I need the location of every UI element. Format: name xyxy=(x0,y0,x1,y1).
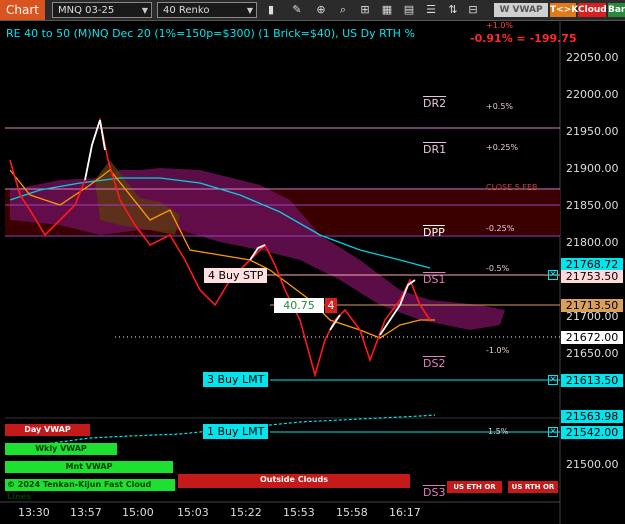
day-vwap-label: Day VWAP xyxy=(5,424,90,436)
price-tick: 21800.00 xyxy=(566,236,619,249)
time-tick: 13:30 xyxy=(18,506,50,519)
chart-trader-icon[interactable]: ⊟ xyxy=(466,3,480,17)
price-tick: 21500.00 xyxy=(566,458,619,471)
chart-tab[interactable]: Chart xyxy=(0,0,45,20)
price-tick: 21650.00 xyxy=(566,347,619,360)
properties-icon[interactable]: ▤ xyxy=(402,3,416,17)
position-qty-badge[interactable]: 4 xyxy=(325,298,337,313)
mnt-vwap-label: Mnt VWAP xyxy=(5,461,173,473)
bar-button[interactable]: Bar xyxy=(608,3,625,17)
level-dr1-pct: +0.25% xyxy=(486,143,519,152)
price-box-limit1: 21542.00 xyxy=(561,426,623,439)
buy-limit-1-label[interactable]: 1 Buy LMT xyxy=(203,424,269,439)
chart-toolbar: Chart MNQ 03-25 ▼ 40 Renko ▼ ▮ ✎ ⊕ ⌕ ⊞ ▦… xyxy=(0,0,625,21)
instrument-dropdown-icon[interactable]: ▼ xyxy=(142,3,148,19)
level-close-label: CLOSE 5 FEB xyxy=(486,183,538,192)
header-pct: +1.0% xyxy=(486,21,514,30)
price-box-position: 21713.50 xyxy=(561,299,623,312)
us-rth-or-label: US RTH OR xyxy=(508,481,558,493)
level-dpp-pct: -0.25% xyxy=(486,224,515,233)
outside-clouds-label: Outside Clouds xyxy=(178,474,410,488)
time-tick: 15:03 xyxy=(177,506,209,519)
cloud-button[interactable]: Cloud xyxy=(578,3,607,17)
bar-type-select[interactable]: 40 Renko ▼ xyxy=(157,2,257,18)
bar-type-value: 40 Renko xyxy=(163,5,210,16)
position-price-label[interactable]: 40.75 xyxy=(274,298,324,313)
time-tick: 16:17 xyxy=(389,506,421,519)
price-tick: 22000.00 xyxy=(566,88,619,101)
header-pnl: -0.91% = -199.75 xyxy=(470,32,577,45)
price-box-limit3: 21613.50 xyxy=(561,374,623,387)
buy-limit-3-label[interactable]: 3 Buy LMT xyxy=(203,372,269,387)
level-ds2-pct: -1.0% xyxy=(486,346,510,355)
w-vwap-button[interactable]: W VWAP xyxy=(494,3,548,17)
buy-stop-order-label[interactable]: 4 Buy STP xyxy=(204,268,268,283)
level-dr1: DR1 xyxy=(423,143,447,156)
us-eth-or-label: US ETH OR xyxy=(447,481,502,493)
level-ds1: DS1 xyxy=(423,273,446,286)
price-box-stop: 21753.50 xyxy=(561,270,623,283)
cancel-limit3-icon[interactable]: ✕ xyxy=(548,375,558,385)
drawing-tool-icon[interactable]: ✎ xyxy=(290,3,304,17)
trade-icon[interactable]: ⇅ xyxy=(446,3,460,17)
instrument-value: MNQ 03-25 xyxy=(58,5,115,16)
strategy-icon[interactable]: ⌕ xyxy=(336,3,350,17)
level-dpp: DPP xyxy=(423,226,445,239)
price-box-last: 21672.00 xyxy=(561,331,623,344)
instrument-select[interactable]: MNQ 03-25 ▼ xyxy=(52,2,152,18)
wkly-vwap-label: Wkly VWAP xyxy=(5,443,117,455)
time-tick: 15:22 xyxy=(230,506,262,519)
level-dr2: DR2 xyxy=(423,97,447,110)
indicator-icon[interactable]: ⊞ xyxy=(358,3,372,17)
zoom-icon[interactable]: ⊕ xyxy=(314,3,328,17)
chart-title: RE 40 to 50 (M)NQ Dec 20 (1%=150p=$300) … xyxy=(6,27,415,40)
cancel-stop-icon[interactable]: ✕ xyxy=(548,270,558,280)
price-box-wkly-vwap: 21563.98 xyxy=(561,410,623,423)
footer-copyright: © 2024 Tenkan-Kijun Fast Cloud Lines xyxy=(5,479,175,501)
level-dr2-pct: +0.5% xyxy=(486,102,514,111)
level-ds2: DS2 xyxy=(423,357,446,370)
time-tick: 15:58 xyxy=(336,506,368,519)
level-ds1-pct: -0.5% xyxy=(486,264,510,273)
price-tick: 21900.00 xyxy=(566,162,619,175)
price-tick: 21950.00 xyxy=(566,125,619,138)
level-15-pct: 1.5% xyxy=(488,427,509,436)
bar-style-icon[interactable]: ▮ xyxy=(264,3,278,17)
time-tick: 15:53 xyxy=(283,506,315,519)
template-icon[interactable]: ▦ xyxy=(380,3,394,17)
time-tick: 15:00 xyxy=(122,506,154,519)
price-tick: 22050.00 xyxy=(566,51,619,64)
level-ds3: DS3 xyxy=(423,486,446,499)
bartype-dropdown-icon[interactable]: ▼ xyxy=(247,3,253,19)
cancel-limit1-icon[interactable]: ✕ xyxy=(548,427,558,437)
data-box-icon[interactable]: ☰ xyxy=(424,3,438,17)
time-tick: 13:57 xyxy=(70,506,102,519)
price-tick: 21850.00 xyxy=(566,199,619,212)
tk-button[interactable]: T<>K xyxy=(550,3,578,17)
